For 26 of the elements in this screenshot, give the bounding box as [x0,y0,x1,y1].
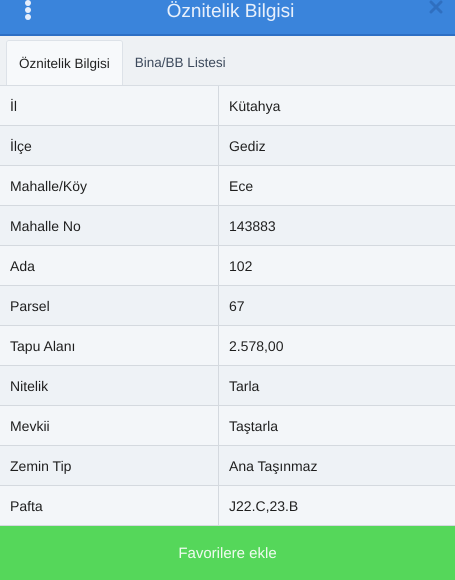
table-cell-text: Mahalle/Köy [9,176,88,196]
table-cell-text: Tapu Alanı [9,336,76,356]
table-cell: 102 [218,246,455,285]
table-cell: Gediz [218,126,455,165]
table-cell: J22.C,23.B [218,486,455,525]
more-icon[interactable] [24,0,32,20]
table-cell: Ana Taşınmaz [218,446,455,485]
table-cell-text: Mahalle No [9,216,82,236]
table-cell: Kütahya [218,86,455,125]
table-cell-text: Zemin Tip [9,456,72,476]
table-cell-text: Pafta [9,496,44,516]
table-cell: 2.578,00 [218,326,455,365]
table-cell-text: İlçe [9,136,33,156]
table-cell: Taştarla [218,406,455,445]
table-cell-text: Mevkii [9,416,51,436]
table-cell-text: Parsel [9,296,51,316]
window-title: Öznitelik Bilgisi [166,2,294,21]
table-cell-text: Nitelik [9,376,50,396]
table-cell-text: Ada [9,256,36,276]
table-cell: 143883 [218,206,455,245]
table-cell: 67 [218,286,455,325]
table-cell-text: İl [9,96,18,116]
table-cell: Tarla [218,366,455,405]
table-cell: Ece [218,166,455,205]
tab[interactable]: Bina/BB Listesi [122,40,238,85]
tab[interactable]: Öznitelik Bilgisi [6,40,123,85]
